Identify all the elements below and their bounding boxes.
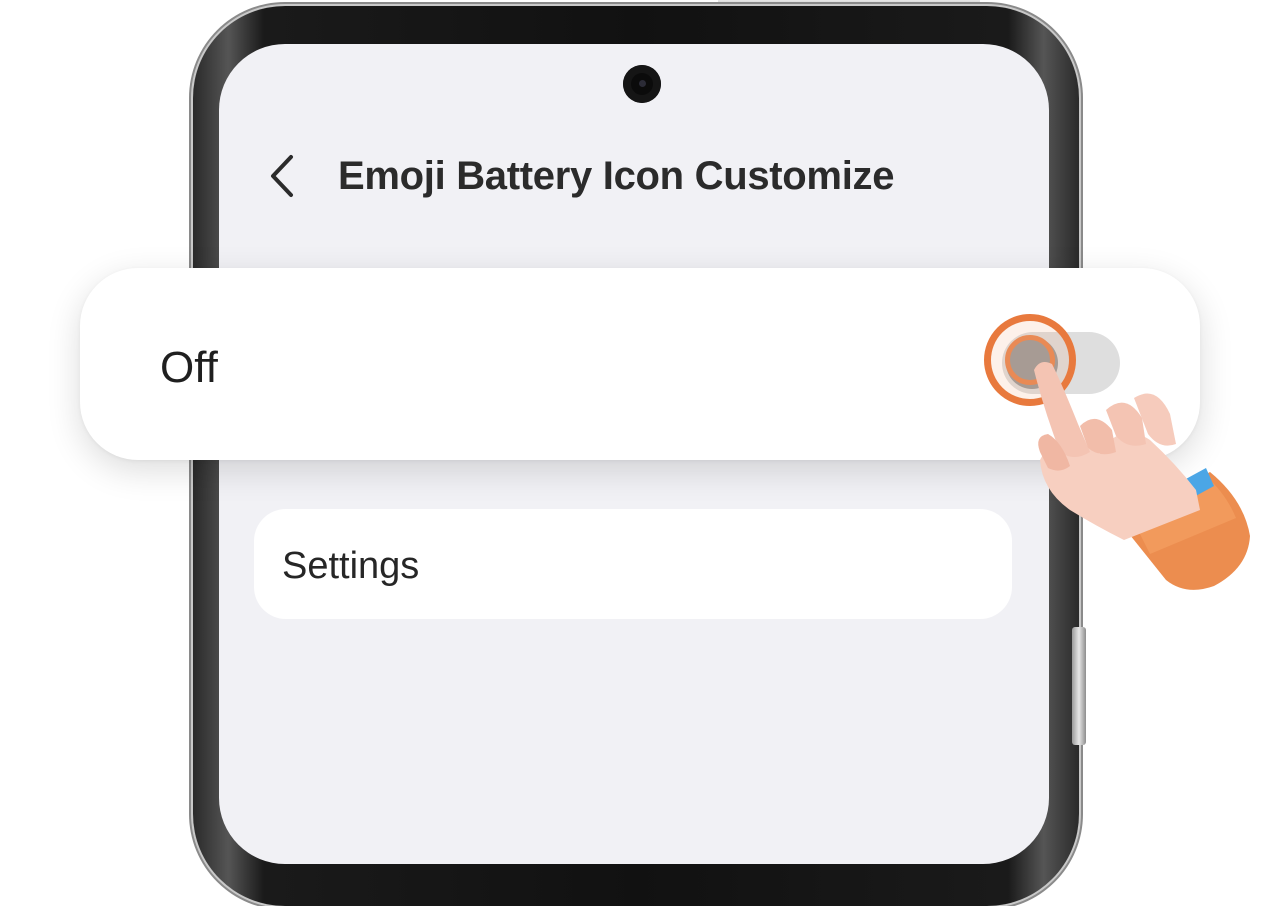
- chevron-left-icon: [271, 155, 293, 197]
- pointing-hand-icon: [1034, 362, 1250, 590]
- settings-label: Settings: [282, 545, 420, 587]
- toggle-state-label: Off: [160, 343, 218, 392]
- phone-volume-button: [1072, 627, 1086, 745]
- front-camera-icon: [623, 65, 661, 103]
- back-button[interactable]: [258, 150, 306, 202]
- page-title: Emoji Battery Icon Customize: [338, 154, 895, 198]
